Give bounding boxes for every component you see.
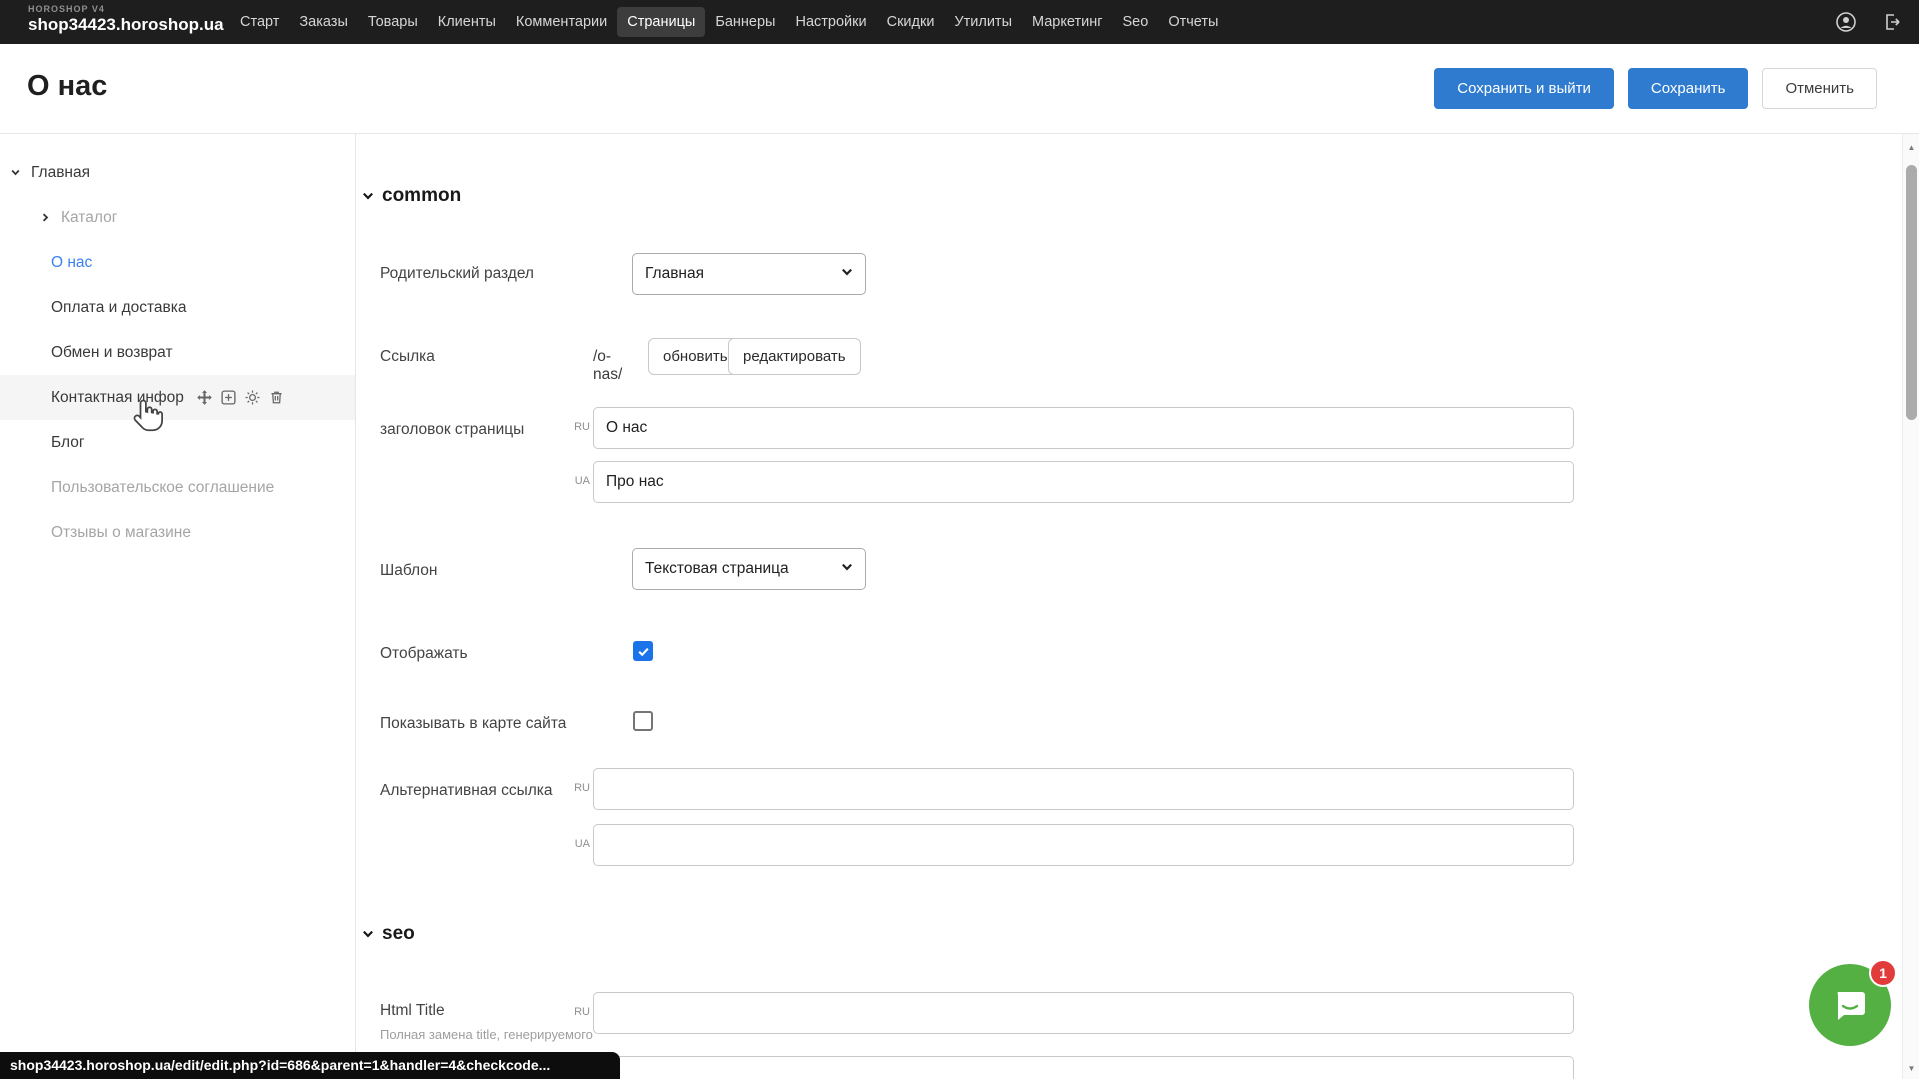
tree-item-obmen-i-vozvrat[interactable]: Обмен и возврат: [0, 330, 355, 375]
chevron-down-icon: [362, 190, 374, 202]
link-preview-statusbar: shop34423.horoshop.ua/edit/edit.php?id=6…: [0, 1052, 620, 1079]
lang-badge-ua: UA: [568, 838, 590, 850]
menu-item-start[interactable]: Старт: [230, 7, 289, 37]
shop-domain-label: shop34423.horoshop.ua: [28, 15, 224, 35]
alt-link-ua-input[interactable]: [593, 824, 1574, 866]
lang-badge-ru: RU: [568, 421, 590, 433]
page-title-ru-input[interactable]: [593, 407, 1574, 449]
tree-item-oplata-i-dostavka[interactable]: Оплата и доставка: [0, 285, 355, 330]
menu-item-orders[interactable]: Заказы: [289, 7, 357, 37]
section-common-header[interactable]: common: [362, 185, 461, 207]
alt-link-ru-input[interactable]: [593, 768, 1574, 810]
pages-tree-sidebar: Главная Каталог О нас Оплата и доставка …: [0, 134, 356, 1079]
display-checkbox[interactable]: [633, 641, 653, 661]
tree-item-label: Пользовательское соглашение: [51, 479, 274, 497]
tree-item-label: О нас: [51, 254, 92, 272]
alt-link-label: Альтернативная ссылка: [380, 782, 553, 800]
lang-badge-ru: RU: [568, 1006, 590, 1018]
menu-item-discounts[interactable]: Скидки: [877, 7, 945, 37]
chat-bubble-icon: [1830, 985, 1870, 1025]
parent-section-value: Главная: [645, 265, 704, 283]
menu-item-products[interactable]: Товары: [358, 7, 428, 37]
save-and-exit-button[interactable]: Сохранить и выйти: [1434, 68, 1614, 109]
tree-item-label: Блог: [51, 434, 85, 452]
lang-badge-ru: RU: [568, 782, 590, 794]
page-header: О нас Сохранить и выйти Сохранить Отмени…: [0, 44, 1919, 134]
parent-section-select[interactable]: Главная: [632, 253, 866, 295]
tree-item-label: Оплата и доставка: [51, 299, 187, 317]
menu-item-comments[interactable]: Комментарии: [506, 7, 617, 37]
check-icon: [637, 645, 650, 658]
template-select[interactable]: Текстовая страница: [632, 548, 866, 590]
scroll-down-arrow[interactable]: ▼: [1903, 1061, 1919, 1075]
menu-item-seo[interactable]: Seo: [1113, 7, 1159, 37]
menu-item-marketing[interactable]: Маркетинг: [1022, 7, 1113, 37]
scrollbar-thumb[interactable]: [1906, 165, 1917, 420]
section-seo-label: seo: [382, 923, 415, 945]
tree-item-glavnaya[interactable]: Главная: [0, 150, 355, 195]
save-button[interactable]: Сохранить: [1628, 68, 1749, 109]
tree-item-polzovatelskoe-soglashenie[interactable]: Пользовательское соглашение: [0, 465, 355, 510]
menu-item-pages[interactable]: Страницы: [617, 7, 705, 37]
menu-item-clients[interactable]: Клиенты: [428, 7, 506, 37]
chevron-down-icon: [362, 928, 374, 940]
template-label: Шаблон: [380, 562, 437, 580]
menu-item-reports[interactable]: Отчеты: [1158, 7, 1228, 37]
tree-item-katalog[interactable]: Каталог: [0, 195, 355, 240]
template-value: Текстовая страница: [645, 560, 789, 578]
page-title: О нас: [27, 70, 107, 103]
lang-badge-ua: UA: [568, 475, 590, 487]
menu-item-banners[interactable]: Баннеры: [705, 7, 785, 37]
chevron-right-icon[interactable]: [38, 211, 52, 225]
sitemap-checkbox[interactable]: [633, 711, 653, 731]
chevron-down-icon: [841, 265, 853, 283]
move-icon[interactable]: [196, 389, 213, 406]
tree-item-label: Главная: [31, 164, 90, 182]
vertical-scrollbar[interactable]: ▲ ▼: [1902, 134, 1919, 1079]
chevron-down-icon: [841, 560, 853, 578]
navbar-right-icons: [1835, 0, 1903, 44]
chat-unread-badge: 1: [1869, 959, 1897, 987]
sitemap-label: Показывать в карте сайта: [380, 715, 566, 733]
html-title-ua-input[interactable]: [593, 1056, 1574, 1079]
horoshop-admin-screen: HOROSHOP V4 shop34423.horoshop.ua Старт …: [0, 0, 1919, 1079]
tree-item-label: Контактная инфор: [51, 389, 184, 407]
link-edit-button[interactable]: редактировать: [728, 338, 861, 375]
logo-version-label: HOROSHOP V4: [28, 4, 224, 14]
html-title-sublabel: Полная замена title, генерируемого: [380, 1027, 593, 1042]
shop-logo[interactable]: HOROSHOP V4 shop34423.horoshop.ua: [28, 4, 224, 35]
account-icon[interactable]: [1835, 11, 1857, 33]
menu-item-settings[interactable]: Настройки: [785, 7, 876, 37]
link-path-value: /o-nas/: [593, 348, 640, 384]
display-label: Отображать: [380, 645, 468, 663]
tree-item-o-nas[interactable]: О нас: [0, 240, 355, 285]
page-title-ua-input[interactable]: [593, 461, 1574, 503]
tree-item-kontaktnaya-infor[interactable]: Контактная инфор: [0, 375, 355, 420]
cancel-button[interactable]: Отменить: [1762, 68, 1877, 109]
html-title-ru-input[interactable]: [593, 992, 1574, 1034]
html-title-label: Html Title: [380, 1002, 445, 1020]
section-common-label: common: [382, 185, 461, 207]
parent-section-label: Родительский раздел: [380, 265, 534, 283]
top-navbar: HOROSHOP V4 shop34423.horoshop.ua Старт …: [0, 0, 1919, 44]
tree-item-label: Отзывы о магазине: [51, 524, 191, 542]
tree-item-actions: [196, 389, 285, 406]
page-title-field-label: заголовок страницы: [380, 421, 524, 439]
scroll-up-arrow[interactable]: ▲: [1903, 140, 1919, 154]
main-menu: Старт Заказы Товары Клиенты Комментарии …: [230, 0, 1228, 44]
link-label: Ссылка: [380, 348, 435, 366]
logout-icon[interactable]: [1881, 11, 1903, 33]
add-icon[interactable]: [220, 389, 237, 406]
section-seo-header[interactable]: seo: [362, 923, 415, 945]
chevron-down-icon[interactable]: [8, 166, 22, 180]
tree-item-label: Обмен и возврат: [51, 344, 173, 362]
tree-item-label: Каталог: [61, 209, 117, 227]
menu-item-utilities[interactable]: Утилиты: [944, 7, 1022, 37]
page-edit-form: common Родительский раздел Главная Ссылк…: [356, 134, 1902, 1079]
settings-icon[interactable]: [244, 389, 261, 406]
tree-item-otzyvy-o-magazine[interactable]: Отзывы о магазине: [0, 510, 355, 555]
header-buttons: Сохранить и выйти Сохранить Отменить: [1434, 68, 1877, 109]
tree-item-blog[interactable]: Блог: [0, 420, 355, 465]
delete-icon[interactable]: [268, 389, 285, 406]
